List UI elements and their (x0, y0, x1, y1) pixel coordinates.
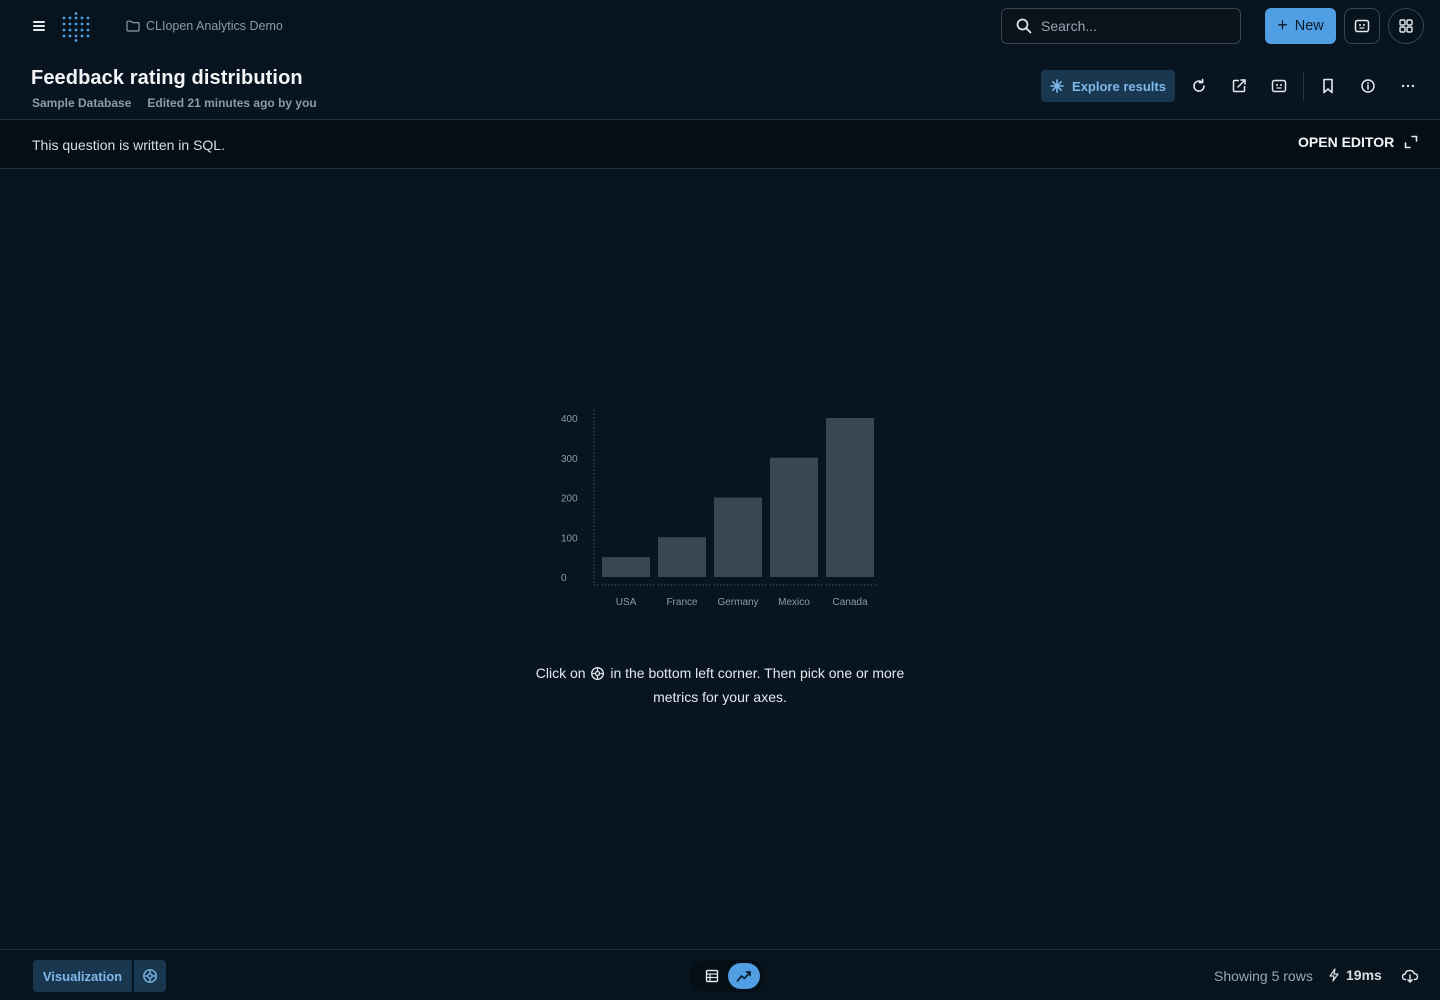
y-tick-label: 200 (561, 494, 578, 505)
chart-bar-germany (714, 497, 762, 577)
ellipsis-icon (1401, 84, 1415, 88)
visualization-settings-button[interactable] (134, 960, 166, 992)
new-button[interactable]: + New (1265, 8, 1336, 44)
y-tick-label: 300 (561, 454, 578, 465)
hint-text-end: in the bottom left corner. Then pick one… (610, 665, 905, 705)
header-divider (1303, 72, 1304, 100)
native-query-bar: This question is written in SQL. OPEN ED… (0, 119, 1440, 169)
chart-bar-france (658, 537, 706, 577)
search-input[interactable] (1041, 18, 1221, 34)
x-tick-label: USA (616, 597, 637, 608)
plus-icon: + (1277, 15, 1288, 35)
sql-notice: This question is written in SQL. (32, 137, 225, 153)
visualization-button[interactable]: Visualization (33, 960, 132, 992)
timing-label: 19ms (1346, 967, 1382, 983)
app-window: CLIopen Analytics Demo + New (0, 0, 1440, 1000)
database-label[interactable]: Sample Database (32, 96, 131, 110)
gear-icon (143, 969, 157, 983)
question-meta: Sample Database Edited 21 minutes ago by… (32, 96, 317, 110)
x-tick-label: Canada (832, 597, 867, 608)
metabot-header-button[interactable] (1267, 74, 1291, 98)
more-options-button[interactable] (1396, 74, 1420, 98)
last-edited-label[interactable]: Edited 21 minutes ago by you (147, 96, 316, 110)
info-button[interactable] (1356, 74, 1380, 98)
cloud-download-icon (1401, 969, 1419, 983)
search-icon (1016, 18, 1032, 34)
open-editor-label: OPEN EDITOR (1298, 134, 1395, 150)
bookmark-button[interactable] (1316, 74, 1340, 98)
breadcrumb-label: CLIopen Analytics Demo (146, 19, 283, 33)
refresh-icon (1193, 78, 1205, 92)
hint-text-start: Click on (535, 665, 586, 681)
x-tick-label: France (666, 597, 698, 608)
view-toggle (690, 960, 764, 992)
apps-button[interactable] (1388, 8, 1424, 44)
query-timing: 19ms (1328, 967, 1382, 983)
placeholder-chart: 400 300 200 100 0 USA France Germany Mexico Canad… (550, 400, 890, 620)
table-icon (705, 969, 719, 983)
download-button[interactable] (1398, 964, 1422, 988)
x-tick-label: Mexico (778, 597, 810, 608)
info-icon (1361, 79, 1375, 93)
y-tick-label: 400 (561, 414, 578, 425)
table-view-button[interactable] (696, 963, 728, 989)
chart-bar-canada (826, 418, 874, 577)
page-title[interactable]: Feedback rating distribution (31, 67, 303, 90)
metabot-icon (1271, 79, 1287, 93)
x-tick-label: Germany (717, 597, 758, 608)
sidebar-toggle-icon[interactable] (28, 15, 50, 37)
metabot-button[interactable] (1344, 8, 1380, 44)
chart-bar-usa (602, 557, 650, 577)
metabot-icon (1354, 19, 1370, 33)
row-count: Showing 5 rows (1214, 968, 1313, 984)
app-logo-icon[interactable] (61, 12, 91, 42)
expand-icon (1404, 135, 1418, 149)
chart-bar-mexico (770, 457, 818, 577)
y-tick-label: 0 (561, 573, 567, 584)
chart-view-button[interactable] (728, 963, 760, 989)
share-icon (1232, 79, 1246, 93)
explore-results-button[interactable]: Explore results (1041, 70, 1175, 102)
bookmark-icon (1323, 78, 1333, 94)
open-editor-button[interactable]: OPEN EDITOR (1298, 134, 1418, 150)
folder-icon (126, 20, 140, 32)
explore-results-label: Explore results (1072, 78, 1166, 94)
new-button-label: New (1294, 18, 1324, 34)
footer-bar: Visualization Showing 5 rows 19ms (0, 949, 1440, 1000)
bolt-icon (1329, 968, 1339, 982)
grid-icon (1399, 19, 1413, 33)
y-tick-label: 100 (561, 533, 578, 544)
search-box[interactable] (1001, 8, 1241, 44)
chart-svg: 400 300 200 100 0 USA France Germany Mexico Canad… (561, 410, 878, 608)
line-chart-icon (736, 971, 751, 982)
visualization-label: Visualization (42, 968, 123, 984)
gear-icon (591, 667, 605, 680)
refresh-button[interactable] (1187, 74, 1211, 98)
sparkle-icon (1050, 79, 1064, 93)
top-nav: CLIopen Analytics Demo + New (0, 0, 1440, 52)
collection-breadcrumb[interactable]: CLIopen Analytics Demo (126, 17, 283, 35)
empty-state-hint: Click on in the bottom left corner. Then… (530, 661, 910, 709)
share-button[interactable] (1227, 74, 1251, 98)
